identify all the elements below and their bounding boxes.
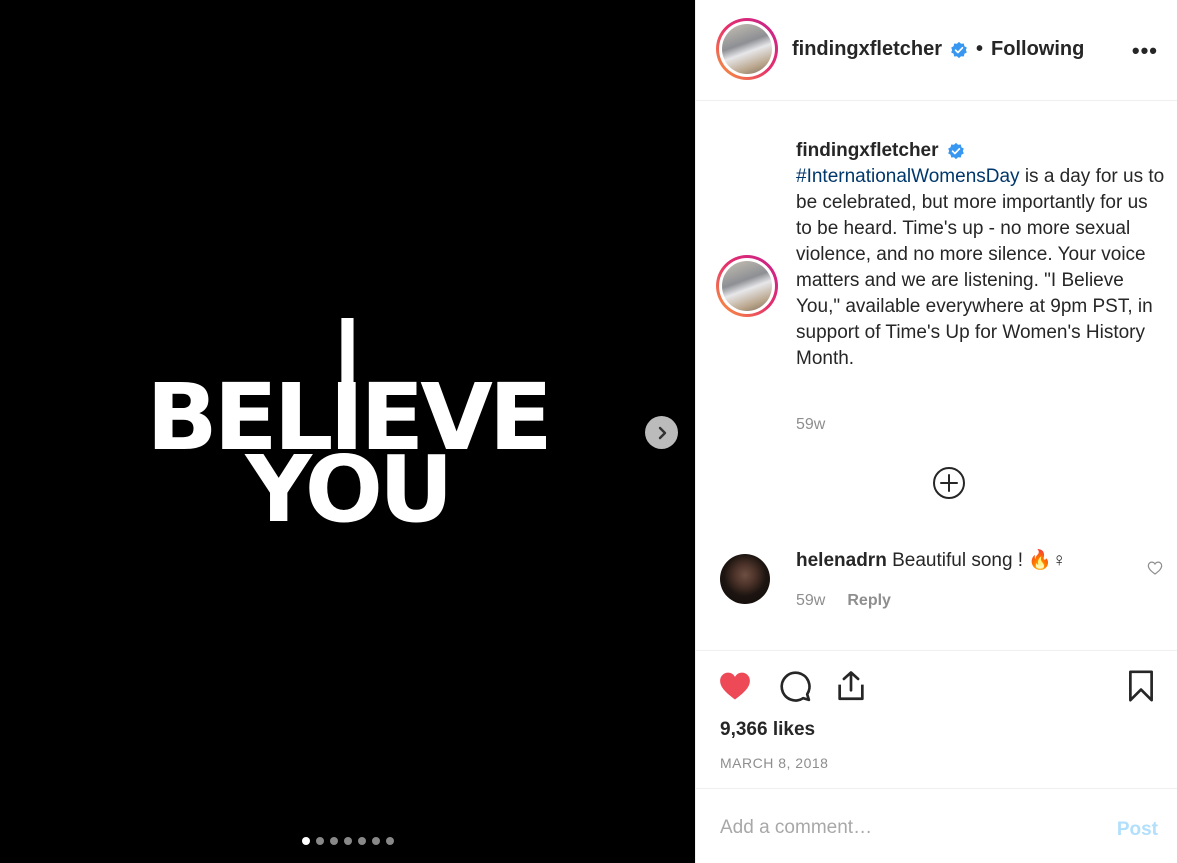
caption-hashtag-link[interactable]: #InternationalWomensDay xyxy=(796,166,1020,187)
author-avatar[interactable] xyxy=(716,18,778,80)
chevron-right-icon xyxy=(658,426,666,439)
likes-count[interactable]: 9,366 likes xyxy=(720,719,815,741)
post-sidebar: findingxfletcher • Following ••• finding… xyxy=(695,0,1177,863)
post-date[interactable]: MARCH 8, 2018 xyxy=(720,755,828,771)
comment-meta: 59w Reply xyxy=(796,592,891,610)
commenter-avatar[interactable] xyxy=(720,554,770,604)
post-header: findingxfletcher • Following ••• xyxy=(696,0,1177,101)
carousel-dot xyxy=(371,837,380,845)
header-separator: • xyxy=(976,38,984,60)
reply-button[interactable]: Reply xyxy=(847,592,891,610)
post-media[interactable]: I BELIEVE YOU xyxy=(0,0,695,863)
carousel-dot xyxy=(329,837,338,845)
carousel-next-button[interactable] xyxy=(645,416,678,449)
carousel-dot xyxy=(357,837,366,845)
comment: helenadrn Beautiful song ! 🔥♀ xyxy=(796,548,1066,574)
author-username[interactable]: findingxfletcher xyxy=(792,38,942,61)
verified-badge-icon xyxy=(951,41,967,58)
carousel-dot xyxy=(343,837,352,845)
carousel-indicator xyxy=(0,837,695,845)
carousel-dot xyxy=(385,837,394,845)
caption-text: is a day for us to be celebrated, but mo… xyxy=(796,166,1165,369)
following-button[interactable]: Following xyxy=(991,38,1084,61)
caption-author-avatar[interactable] xyxy=(716,255,778,317)
post-comment-button[interactable]: Post xyxy=(1117,819,1158,841)
like-heart-icon[interactable] xyxy=(718,669,752,703)
more-options-button[interactable]: ••• xyxy=(1132,38,1158,64)
carousel-dot xyxy=(315,837,324,845)
post-actions: 9,366 likes MARCH 8, 2018 xyxy=(696,650,1177,788)
comment-form: Post xyxy=(696,788,1177,863)
art-line-you: YOU xyxy=(245,436,453,543)
caption-username[interactable]: findingxfletcher xyxy=(796,138,939,164)
share-icon[interactable] xyxy=(834,669,868,703)
bookmark-icon[interactable] xyxy=(1124,669,1158,703)
commenter-username[interactable]: helenadrn xyxy=(796,550,887,571)
comment-bubble-icon[interactable] xyxy=(778,669,812,703)
comment-like-icon[interactable] xyxy=(1147,560,1163,576)
author-info: findingxfletcher • Following xyxy=(792,38,1084,61)
load-more-comments-icon[interactable] xyxy=(932,466,966,500)
caption-timestamp[interactable]: 59w xyxy=(796,416,825,434)
verified-badge-icon xyxy=(947,142,964,160)
post-caption: findingxfletcher #InternationalWomensDay… xyxy=(796,138,1166,372)
comment-timestamp[interactable]: 59w xyxy=(796,592,825,610)
comment-input[interactable] xyxy=(720,817,1080,839)
comment-text: Beautiful song ! 🔥♀ xyxy=(892,550,1067,571)
carousel-dot xyxy=(301,837,310,845)
